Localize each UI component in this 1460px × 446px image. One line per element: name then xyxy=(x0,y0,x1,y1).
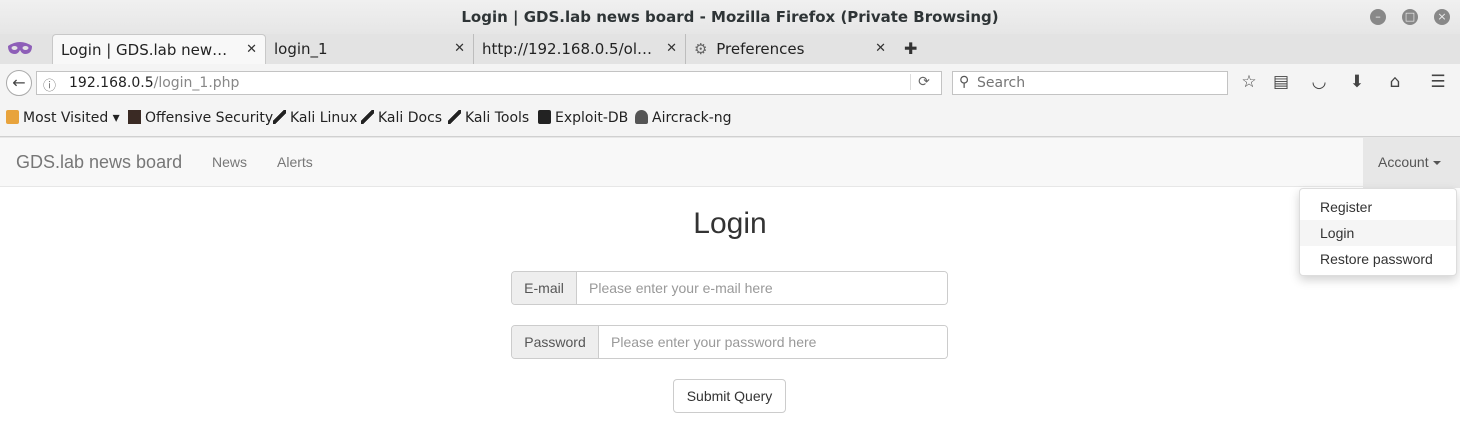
password-input-group: Password xyxy=(511,325,948,359)
home-icon[interactable]: ⌂ xyxy=(1384,72,1406,94)
bookmark-exploit-db[interactable]: Exploit-DB xyxy=(538,110,628,126)
hamburger-menu-icon[interactable]: ☰ xyxy=(1427,72,1449,94)
kali-icon xyxy=(448,110,461,124)
nav-link-alerts[interactable]: Alerts xyxy=(277,154,313,170)
bookmark-label: Exploit-DB xyxy=(555,110,629,126)
site-navbar: GDS.lab news board News Alerts Account xyxy=(0,137,1460,188)
kali-icon xyxy=(361,110,374,124)
offsec-icon xyxy=(128,110,141,124)
url-host: 192.168.0.5 xyxy=(69,75,154,91)
most-visited-icon xyxy=(6,110,19,124)
reading-list-icon[interactable]: ▤ xyxy=(1270,72,1292,94)
minimize-icon[interactable]: – xyxy=(1370,9,1386,25)
bookmark-label: Kali Docs xyxy=(378,110,443,126)
exploitdb-icon xyxy=(538,110,551,124)
search-input[interactable] xyxy=(977,74,1217,92)
gear-icon: ⚙ xyxy=(694,40,708,58)
search-bar[interactable]: ⚲ xyxy=(952,71,1228,95)
bookmark-aircrack-ng[interactable]: Aircrack-ng xyxy=(635,110,732,126)
page-title: Login xyxy=(693,207,767,240)
bookmark-kali-tools[interactable]: Kali Tools xyxy=(448,110,529,126)
private-browsing-mask-icon xyxy=(8,42,32,54)
tab-close-icon[interactable]: ✕ xyxy=(246,42,257,57)
tab-login[interactable]: Login | GDS.lab news bo… ✕ xyxy=(52,34,266,64)
tab-preferences[interactable]: ⚙ Preferences ✕ xyxy=(686,34,894,64)
tab-close-icon[interactable]: ✕ xyxy=(454,41,465,56)
bookmarks-toolbar: Most Visited ▾ Offensive Security Kali L… xyxy=(0,102,1460,137)
tab-close-icon[interactable]: ✕ xyxy=(875,41,886,56)
nav-toolbar: ← ⓘ 192.168.0.5/login_1.php ⟳ ⚲ ☆ ▤ ◡ ⬇ … xyxy=(0,64,1460,102)
account-label: Account xyxy=(1378,154,1429,170)
nav-link-news[interactable]: News xyxy=(212,154,247,170)
aircrack-icon xyxy=(635,110,648,124)
window-title: Login | GDS.lab news board - Mozilla Fir… xyxy=(461,8,999,26)
reload-icon[interactable]: ⟳ xyxy=(910,74,937,90)
download-arrow-icon[interactable]: ⬇ xyxy=(1346,72,1368,94)
search-icon: ⚲ xyxy=(959,74,970,90)
tab-strip: Login | GDS.lab news bo… ✕ login_1 ✕ htt… xyxy=(0,34,1460,65)
window-titlebar: Login | GDS.lab news board - Mozilla Fir… xyxy=(0,0,1460,34)
url-text[interactable]: 192.168.0.5/login_1.php xyxy=(69,75,239,91)
bookmark-label: Aircrack-ng xyxy=(652,110,732,126)
bookmark-label: Most Visited ▾ xyxy=(23,110,120,126)
pocket-icon[interactable]: ◡ xyxy=(1308,72,1330,94)
site-info-icon[interactable]: ⓘ xyxy=(43,75,56,94)
email-field[interactable] xyxy=(577,272,947,304)
tab-old-login[interactable]: http://192.168.0.5/old/lo… ✕ xyxy=(474,34,686,64)
tab-label: http://192.168.0.5/old/lo… xyxy=(482,40,658,58)
tab-label: login_1 xyxy=(274,40,328,58)
kali-icon xyxy=(273,110,286,124)
submit-button[interactable]: Submit Query xyxy=(673,379,786,413)
web-page: GDS.lab news board News Alerts Account R… xyxy=(0,137,1460,446)
tab-label: Login | GDS.lab news bo… xyxy=(61,41,233,59)
bookmark-most-visited[interactable]: Most Visited ▾ xyxy=(6,110,120,126)
url-path: /login_1.php xyxy=(153,75,240,91)
bookmark-label: Offensive Security xyxy=(145,110,274,126)
bookmark-star-icon[interactable]: ☆ xyxy=(1238,72,1260,94)
password-label: Password xyxy=(512,326,599,358)
site-brand[interactable]: GDS.lab news board xyxy=(16,152,182,173)
new-tab-plus-icon[interactable]: ✚ xyxy=(904,39,917,58)
close-window-icon[interactable]: × xyxy=(1434,9,1450,25)
tab-label: Preferences xyxy=(716,40,805,58)
caret-down-icon xyxy=(1432,161,1441,166)
bookmark-label: Kali Tools xyxy=(465,110,530,126)
tab-login-1[interactable]: login_1 ✕ xyxy=(266,34,474,64)
bookmark-label: Kali Linux xyxy=(290,110,358,126)
bookmark-offensive-security[interactable]: Offensive Security xyxy=(128,110,273,126)
bookmark-kali-linux[interactable]: Kali Linux xyxy=(273,110,357,126)
bookmark-kali-docs[interactable]: Kali Docs xyxy=(361,110,442,126)
email-label: E-mail xyxy=(512,272,577,304)
menu-item-restore-password[interactable]: Restore password xyxy=(1300,246,1456,272)
account-dropdown-toggle[interactable]: Account xyxy=(1363,138,1460,188)
url-bar[interactable]: ⓘ 192.168.0.5/login_1.php ⟳ xyxy=(36,71,942,95)
email-input-group: E-mail xyxy=(511,271,948,305)
back-arrow-icon[interactable]: ← xyxy=(6,70,32,96)
maximize-icon[interactable]: □ xyxy=(1402,9,1418,25)
password-field[interactable] xyxy=(599,326,947,358)
tab-close-icon[interactable]: ✕ xyxy=(666,41,677,56)
